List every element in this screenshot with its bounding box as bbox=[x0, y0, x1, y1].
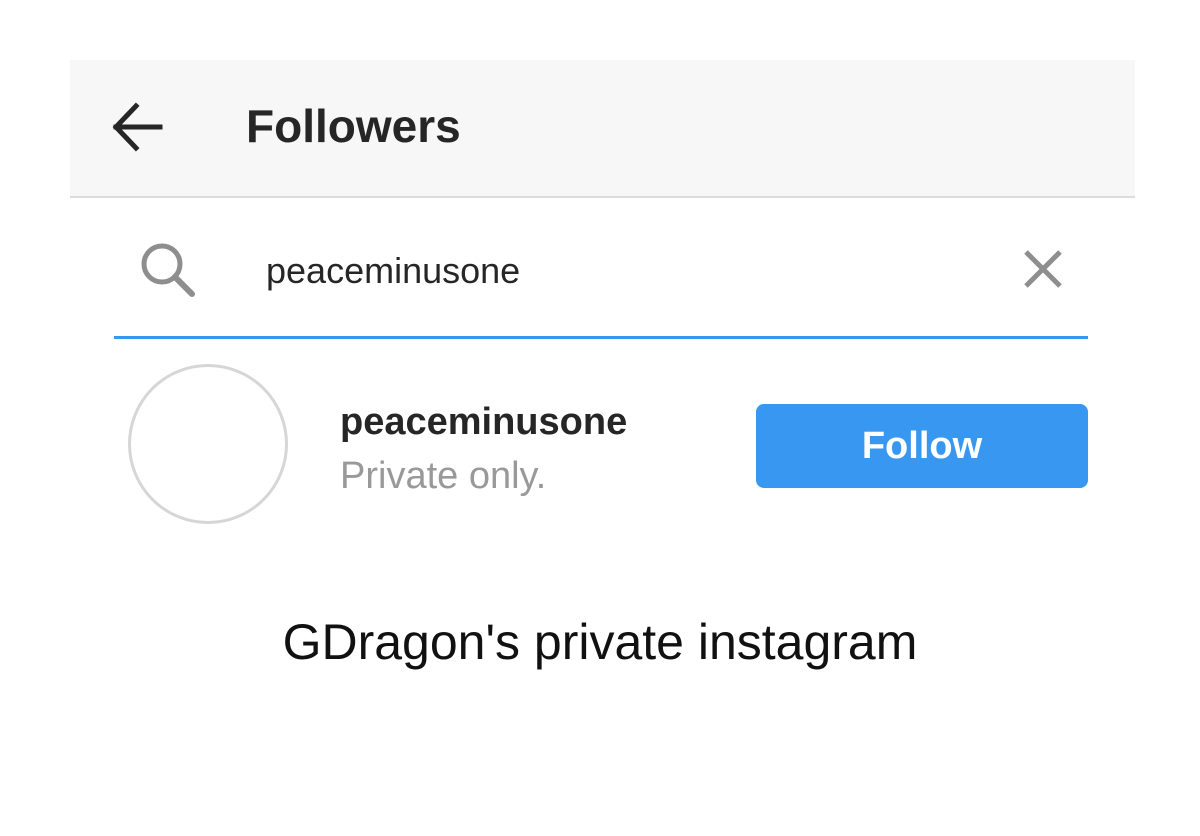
screenshot-stage: Followers peaceminusone Private only. Fo… bbox=[0, 0, 1200, 836]
user-subtitle: Private only. bbox=[340, 455, 547, 497]
list-item[interactable]: peaceminusone Private only. Follow bbox=[114, 350, 1088, 540]
username[interactable]: peaceminusone bbox=[340, 400, 627, 444]
follow-button[interactable]: Follow bbox=[756, 404, 1088, 488]
caption: GDragon's private instagram bbox=[282, 614, 918, 670]
search-bar bbox=[114, 228, 1088, 339]
clear-search-button[interactable] bbox=[1018, 244, 1068, 294]
page-title: Followers bbox=[246, 100, 461, 152]
search-input[interactable] bbox=[266, 246, 966, 296]
app-header: Followers bbox=[70, 60, 1135, 198]
arrow-left-icon bbox=[112, 102, 163, 152]
search-icon bbox=[138, 240, 198, 300]
back-button[interactable] bbox=[110, 100, 164, 154]
avatar[interactable] bbox=[128, 364, 288, 524]
close-icon bbox=[1024, 250, 1062, 288]
